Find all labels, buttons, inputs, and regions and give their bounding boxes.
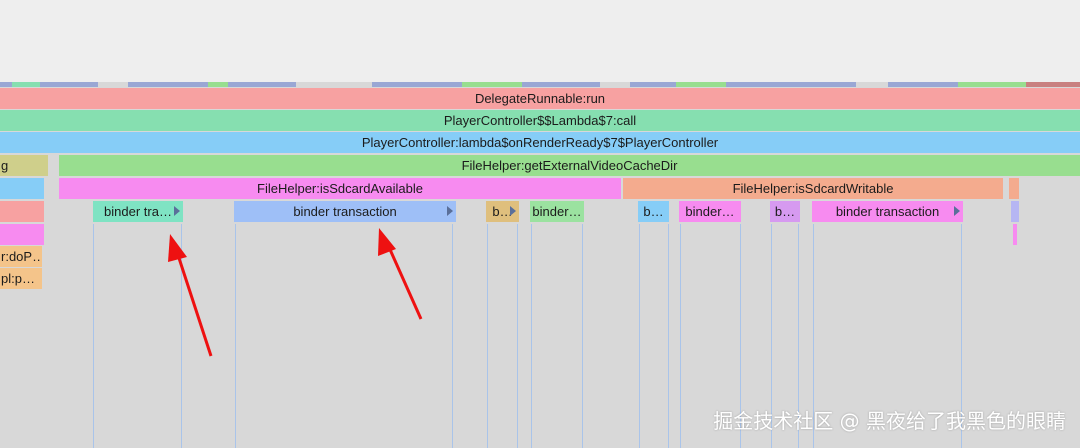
annotation-arrows	[168, 228, 423, 357]
watermark: 掘金技术社区 @ 黑夜给了我黑色的眼睛	[713, 409, 1066, 433]
red-arrow-icon	[168, 234, 213, 357]
red-arrow-icon	[378, 228, 423, 320]
